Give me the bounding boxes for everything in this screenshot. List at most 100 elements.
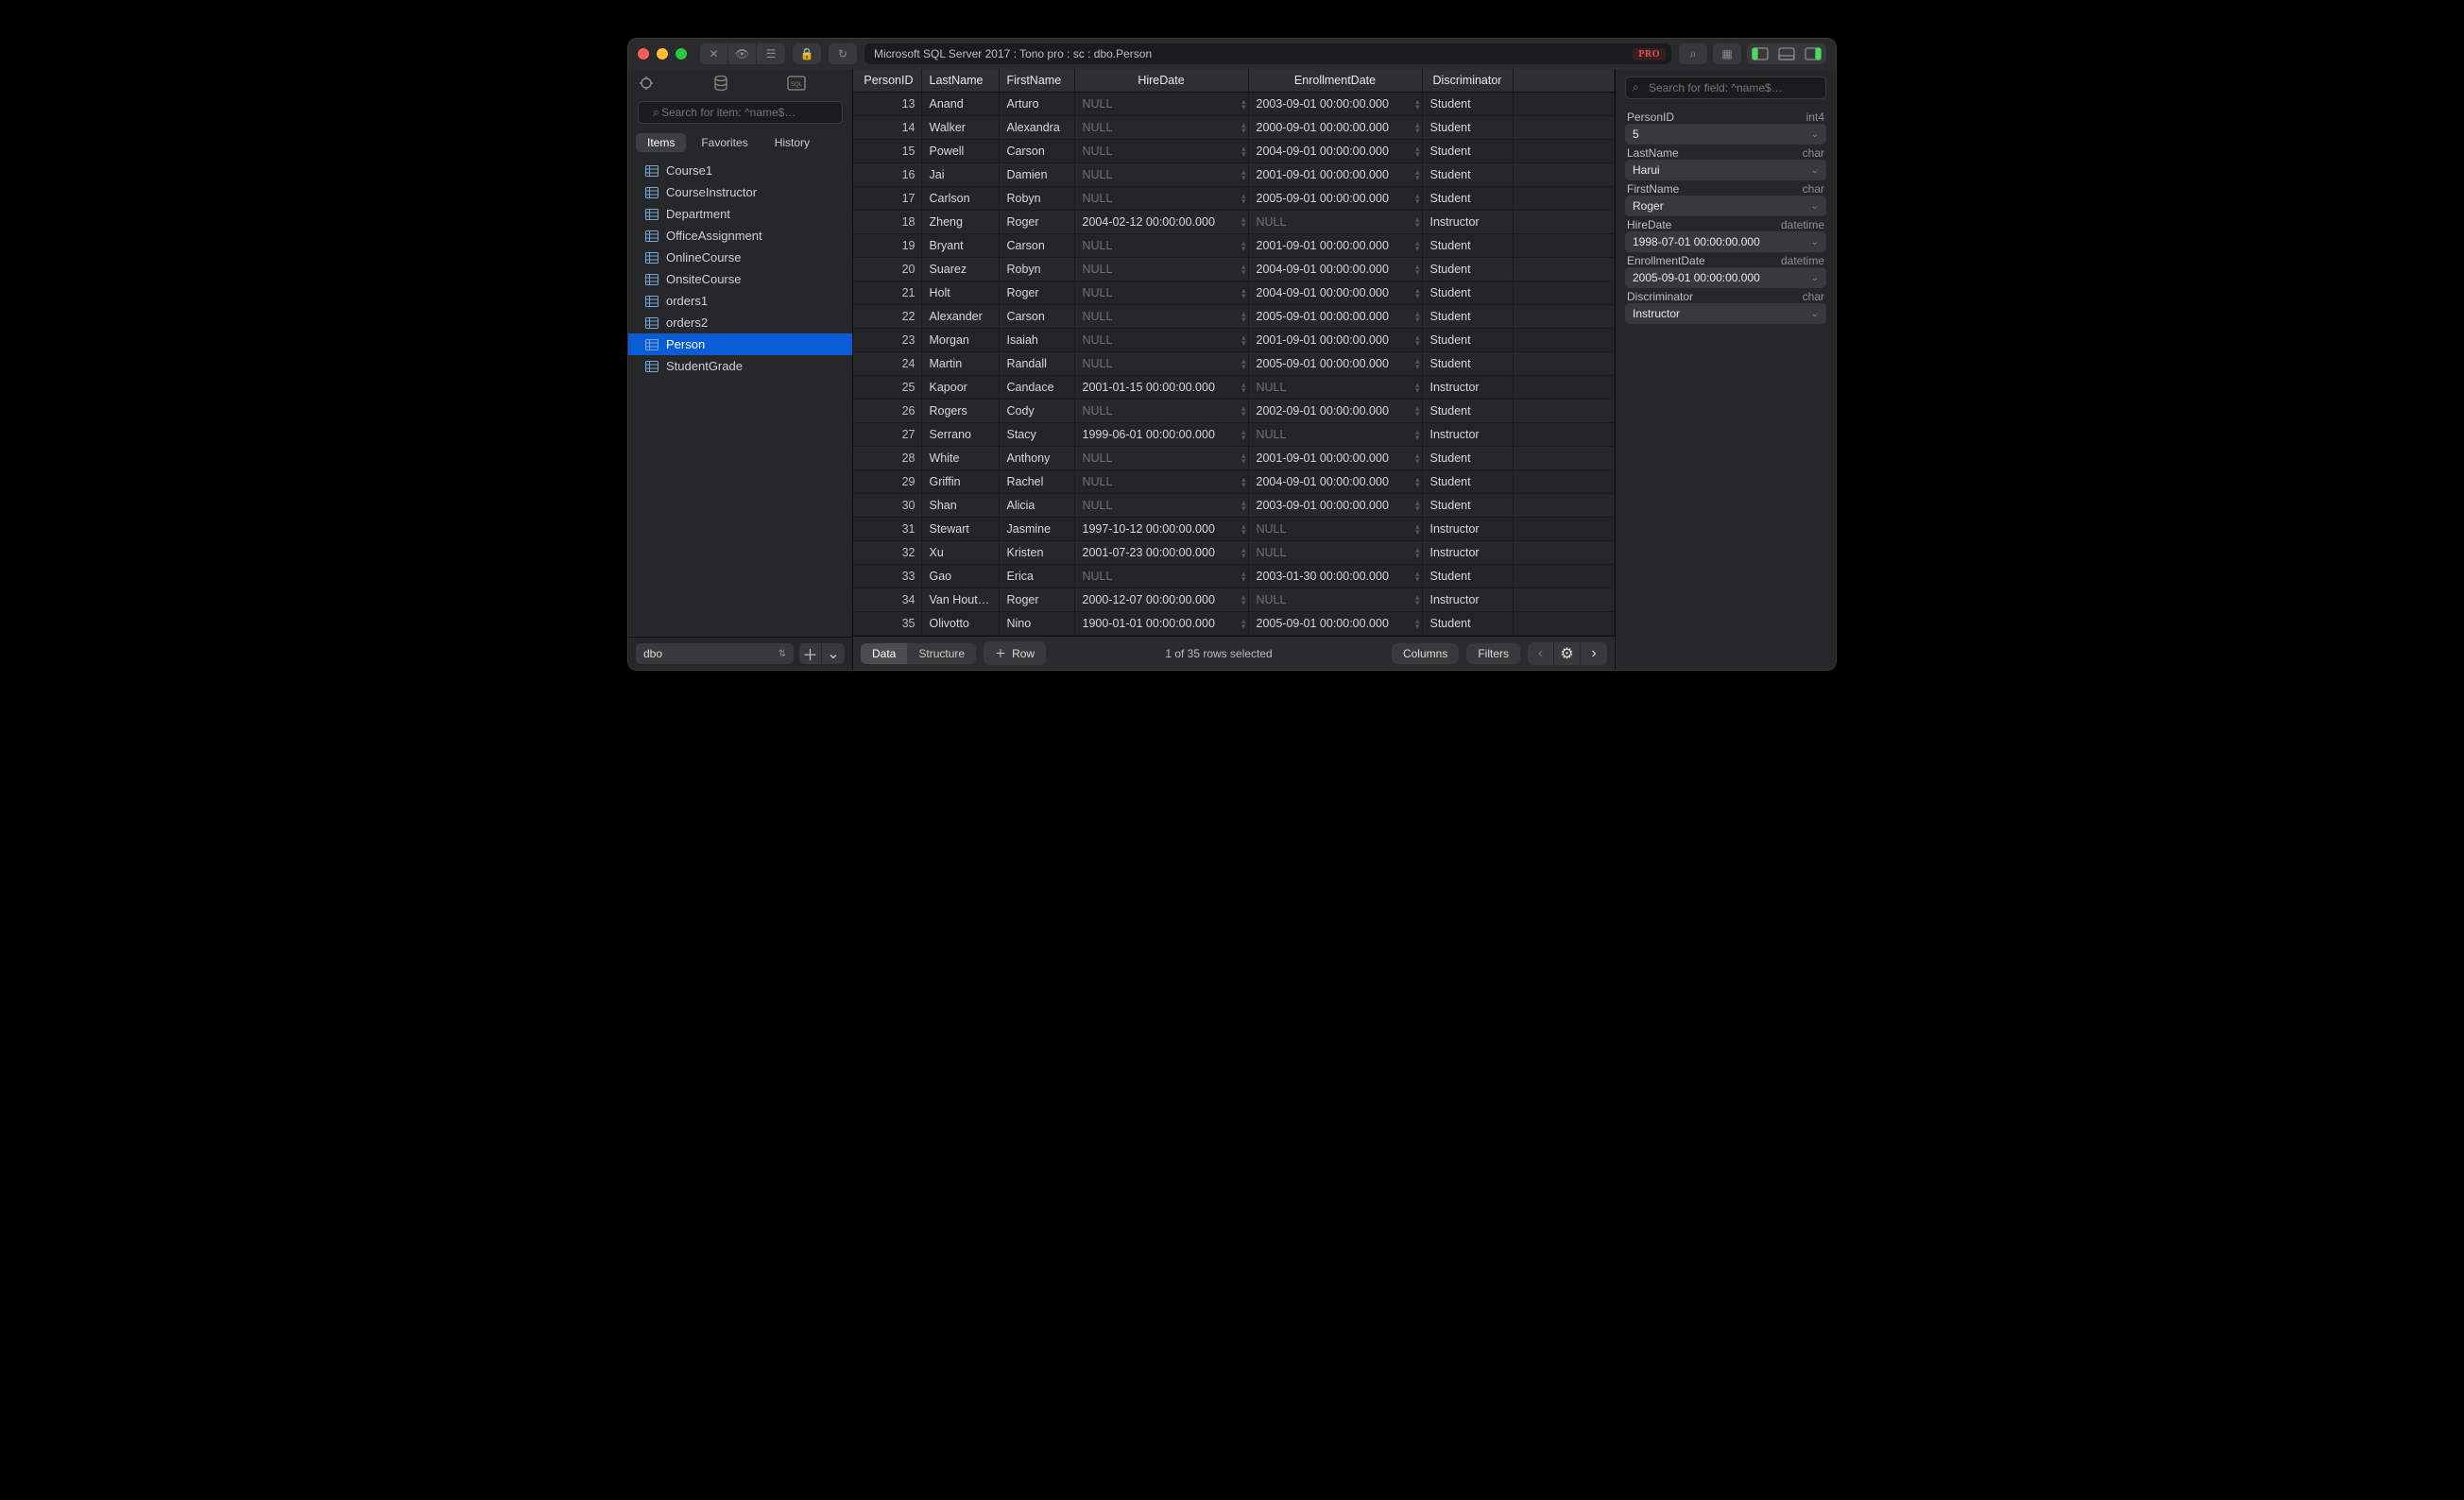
table-cell[interactable]: NULL▴▾ <box>1074 163 1248 187</box>
column-header-enrollmentdate[interactable]: EnrollmentDate <box>1248 69 1422 93</box>
table-cell[interactable]: 30 <box>853 494 921 518</box>
stepper-icon[interactable]: ▴▾ <box>1241 193 1246 204</box>
apps-icon[interactable]: ▦ <box>1713 43 1741 64</box>
stepper-icon[interactable]: ▴▾ <box>1415 547 1420 558</box>
table-cell[interactable]: 2003-09-01 00:00:00.000▴▾ <box>1248 93 1422 116</box>
table-cell[interactable]: Student <box>1422 494 1513 518</box>
stepper-icon[interactable]: ▴▾ <box>1241 452 1246 464</box>
inspector-search-input[interactable] <box>1625 77 1826 99</box>
table-cell[interactable]: 1900-01-01 00:00:00.000▴▾ <box>1074 612 1248 636</box>
table-cell[interactable]: Student <box>1422 234 1513 258</box>
table-cell[interactable]: Randall <box>999 352 1074 376</box>
stepper-icon[interactable]: ▴▾ <box>1415 169 1420 180</box>
field-value-hiredate[interactable]: 1998-07-01 00:00:00.000⌄ <box>1625 231 1826 252</box>
table-cell[interactable]: Isaiah <box>999 329 1074 352</box>
stepper-icon[interactable]: ▴▾ <box>1415 476 1420 487</box>
table-cell[interactable]: NULL▴▾ <box>1074 93 1248 116</box>
stepper-icon[interactable]: ▴▾ <box>1415 145 1420 157</box>
table-cell[interactable]: Student <box>1422 258 1513 281</box>
stepper-icon[interactable]: ▴▾ <box>1241 122 1246 133</box>
table-cell[interactable]: 15 <box>853 140 921 163</box>
add-row-button[interactable]: ＋ Row <box>984 641 1046 665</box>
table-cell[interactable]: 2005-09-01 00:00:00.000▴▾ <box>1248 352 1422 376</box>
stepper-icon[interactable]: ▴▾ <box>1415 618 1420 629</box>
table-cell[interactable]: NULL▴▾ <box>1248 541 1422 565</box>
table-cell[interactable]: Shan <box>921 494 999 518</box>
stepper-icon[interactable]: ▴▾ <box>1241 287 1246 298</box>
lock-icon[interactable]: 🔒 <box>793 43 821 64</box>
stepper-icon[interactable]: ▴▾ <box>1415 382 1420 393</box>
stepper-icon[interactable]: ▴▾ <box>1415 264 1420 275</box>
table-cell[interactable]: NULL▴▾ <box>1248 423 1422 447</box>
table-cell[interactable]: Suarez <box>921 258 999 281</box>
field-value-firstname[interactable]: Roger⌄ <box>1625 196 1826 216</box>
table-cell[interactable]: Student <box>1422 140 1513 163</box>
table-cell[interactable]: Student <box>1422 329 1513 352</box>
bottom-panel-toggle[interactable] <box>1773 43 1800 64</box>
table-cell[interactable]: Stewart <box>921 518 999 541</box>
table-cell[interactable]: Carlson <box>921 187 999 211</box>
table-cell[interactable]: Damien <box>999 163 1074 187</box>
table-cell[interactable]: NULL▴▾ <box>1248 588 1422 612</box>
table-cell[interactable]: Morgan <box>921 329 999 352</box>
table-row[interactable]: 30ShanAliciaNULL▴▾2003-09-01 00:00:00.00… <box>853 494 1615 518</box>
table-row[interactable]: 28WhiteAnthonyNULL▴▾2001-09-01 00:00:00.… <box>853 447 1615 470</box>
table-cell[interactable]: 31 <box>853 518 921 541</box>
table-cell[interactable]: 2004-09-01 00:00:00.000▴▾ <box>1248 140 1422 163</box>
field-value-lastname[interactable]: Harui⌄ <box>1625 160 1826 180</box>
table-cell[interactable]: Erica <box>999 565 1074 588</box>
stepper-icon[interactable]: ▴▾ <box>1415 429 1420 440</box>
table-row[interactable]: 22AlexanderCarsonNULL▴▾2005-09-01 00:00:… <box>853 305 1615 329</box>
stepper-icon[interactable]: ▴▾ <box>1415 216 1420 228</box>
stepper-icon[interactable]: ▴▾ <box>1415 287 1420 298</box>
settings-icon[interactable]: ⚙ <box>1554 642 1581 665</box>
stepper-icon[interactable]: ▴▾ <box>1415 334 1420 346</box>
table-cell[interactable]: Instructor <box>1422 588 1513 612</box>
column-header-firstname[interactable]: FirstName <box>999 69 1074 93</box>
table-cell[interactable]: Student <box>1422 400 1513 423</box>
stepper-icon[interactable]: ▴▾ <box>1415 122 1420 133</box>
table-cell[interactable]: White <box>921 447 999 470</box>
table-row[interactable]: 33GaoEricaNULL▴▾2003-01-30 00:00:00.000▴… <box>853 565 1615 588</box>
stepper-icon[interactable]: ▴▾ <box>1415 500 1420 511</box>
table-row[interactable]: 27SerranoStacy1999-06-01 00:00:00.000▴▾N… <box>853 423 1615 447</box>
field-value-enrollmentdate[interactable]: 2005-09-01 00:00:00.000⌄ <box>1625 267 1826 288</box>
table-cell[interactable]: Instructor <box>1422 423 1513 447</box>
right-panel-toggle[interactable] <box>1800 43 1826 64</box>
filters-button[interactable]: Filters <box>1466 643 1520 664</box>
data-tab[interactable]: Data <box>861 643 907 664</box>
stepper-icon[interactable]: ▴▾ <box>1241 382 1246 393</box>
table-cell[interactable]: Student <box>1422 93 1513 116</box>
table-cell[interactable]: Arturo <box>999 93 1074 116</box>
table-cell[interactable]: Kapoor <box>921 376 999 400</box>
table-row[interactable]: 21HoltRogerNULL▴▾2004-09-01 00:00:00.000… <box>853 281 1615 305</box>
table-cell[interactable]: Cody <box>999 400 1074 423</box>
stepper-icon[interactable]: ▴▾ <box>1241 98 1246 110</box>
table-cell[interactable]: 13 <box>853 93 921 116</box>
window-maximize-button[interactable] <box>676 48 687 60</box>
stepper-icon[interactable]: ▴▾ <box>1241 264 1246 275</box>
table-cell[interactable]: 2005-09-01 00:00:00.000▴▾ <box>1248 612 1422 636</box>
field-value-personid[interactable]: 5⌄ <box>1625 124 1826 145</box>
table-cell[interactable]: 33 <box>853 565 921 588</box>
table-cell[interactable]: Roger <box>999 281 1074 305</box>
table-cell[interactable]: NULL▴▾ <box>1074 258 1248 281</box>
stepper-icon[interactable]: ▴▾ <box>1415 452 1420 464</box>
refresh-button[interactable]: ↻ <box>829 43 857 64</box>
table-cell[interactable]: 23 <box>853 329 921 352</box>
stepper-icon[interactable]: ▴▾ <box>1241 594 1246 605</box>
connection-icon[interactable] <box>638 75 694 92</box>
prev-page-button[interactable]: ‹ <box>1528 642 1554 665</box>
table-cell[interactable]: Roger <box>999 211 1074 234</box>
table-cell[interactable]: Stacy <box>999 423 1074 447</box>
stepper-icon[interactable]: ▴▾ <box>1415 523 1420 535</box>
table-cell[interactable]: 16 <box>853 163 921 187</box>
sql-icon[interactable]: SQL <box>787 76 844 91</box>
table-cell[interactable]: Anand <box>921 93 999 116</box>
table-cell[interactable]: Alexander <box>921 305 999 329</box>
table-cell[interactable]: 22 <box>853 305 921 329</box>
table-cell[interactable]: Gao <box>921 565 999 588</box>
stepper-icon[interactable]: ▴▾ <box>1415 358 1420 369</box>
table-cell[interactable]: Robyn <box>999 258 1074 281</box>
table-cell[interactable]: Student <box>1422 565 1513 588</box>
